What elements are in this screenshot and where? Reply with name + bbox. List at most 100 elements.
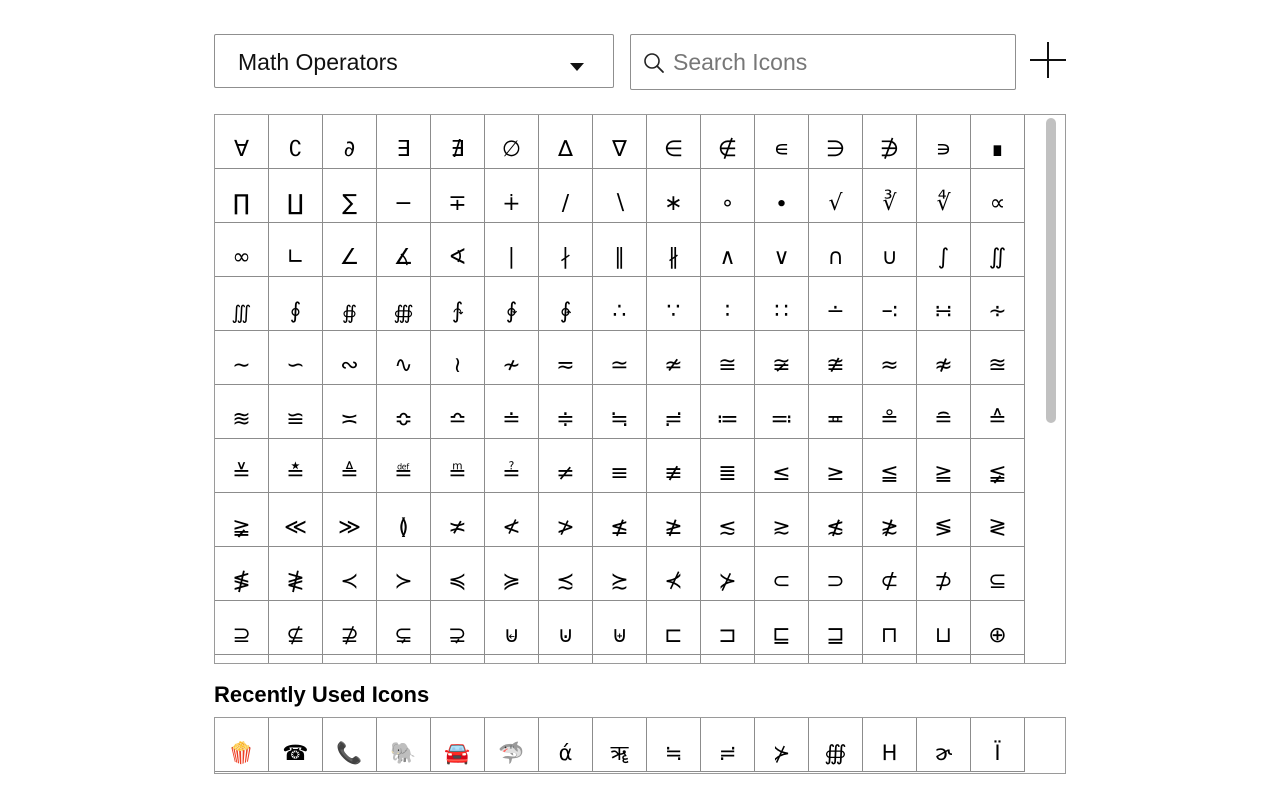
icon-cell[interactable]: ∊ [755,115,809,169]
search-input[interactable] [673,43,1003,81]
icon-cell[interactable]: ∸ [809,277,863,331]
icon-cell[interactable]: ≰ [593,493,647,547]
icon-cell[interactable]: ⊕ [971,601,1025,655]
icon-cell[interactable]: ≸ [215,547,269,601]
icon-cell[interactable]: ∅ [485,115,539,169]
icon-cell[interactable]: ⊂ [755,547,809,601]
icon-cell[interactable]: ∇ [593,115,647,169]
icon-cell[interactable]: ≱ [647,493,701,547]
icon-cell[interactable]: ≺ [323,547,377,601]
icon-cell[interactable]: ≈ [863,331,917,385]
icon-cell[interactable]: ∼ [215,331,269,385]
icon-cell[interactable]: ≦ [863,439,917,493]
icon-cell[interactable]: ⊐ [701,601,755,655]
icon-cell[interactable]: ∯ [323,277,377,331]
icon-cell[interactable]: ≖ [809,385,863,439]
icon-cell[interactable]: ∲ [485,277,539,331]
icon-cell[interactable]: ≀ [431,331,485,385]
icon-cell[interactable]: ⊡ [809,655,863,663]
recent-icon-cell[interactable]: ∰ [809,718,863,772]
icon-cell[interactable]: ⊠ [755,655,809,663]
icon-cell[interactable]: ⊣ [917,655,971,663]
icon-cell[interactable]: ∿ [377,331,431,385]
icon-cell[interactable]: ⊆ [971,547,1025,601]
icon-cell[interactable]: ∶ [701,277,755,331]
icon-cell[interactable]: ⊖ [215,655,269,663]
icon-cell[interactable]: ∮ [269,277,323,331]
icon-cell[interactable]: ≡ [593,439,647,493]
recent-icon-cell[interactable]: ⊁ [755,718,809,772]
icon-cell[interactable]: ≻ [377,547,431,601]
icon-cell[interactable]: ≃ [593,331,647,385]
icon-cell[interactable]: ∠ [323,223,377,277]
icon-cell[interactable]: ⊞ [647,655,701,663]
icon-cell[interactable]: ∣ [485,223,539,277]
icon-cell[interactable]: ≷ [971,493,1025,547]
icon-cell[interactable]: ∄ [431,115,485,169]
icon-cell[interactable]: ≴ [809,493,863,547]
icon-cell[interactable]: ⊢ [863,655,917,663]
icon-cell[interactable]: ≗ [863,385,917,439]
icon-cell[interactable]: √ [809,169,863,223]
icon-cell[interactable]: ≮ [485,493,539,547]
icon-cell[interactable]: ⊈ [269,601,323,655]
icon-cell[interactable]: ∾ [323,331,377,385]
search-box[interactable] [630,34,1016,90]
icon-cell[interactable]: ≢ [647,439,701,493]
icon-cell[interactable]: ∴ [593,277,647,331]
icon-cell[interactable]: ≎ [377,385,431,439]
icon-cell[interactable]: ∃ [377,115,431,169]
icon-cell[interactable]: ⊙ [377,655,431,663]
icon-cell[interactable]: ≐ [485,385,539,439]
icon-cell[interactable]: ∪ [863,223,917,277]
recent-icon-cell[interactable]: 🐘 [377,718,431,772]
recent-icon-cell[interactable]: 🚘 [431,718,485,772]
icon-cell[interactable]: ∏ [215,169,269,223]
icon-cell[interactable]: ⊄ [863,547,917,601]
icon-cell[interactable]: ≇ [809,331,863,385]
icon-cell[interactable]: ∤ [539,223,593,277]
icon-cell[interactable]: ⊚ [431,655,485,663]
icon-cell[interactable]: ⊗ [269,655,323,663]
icon-cell[interactable]: ⊌ [485,601,539,655]
icon-cell[interactable]: ≅ [701,331,755,385]
recent-icon-cell[interactable]: 🍿 [215,718,269,772]
icon-cell[interactable]: ∨ [755,223,809,277]
icon-cell[interactable]: ≔ [701,385,755,439]
icon-cell[interactable]: ≲ [701,493,755,547]
icon-cell[interactable]: ∆ [539,115,593,169]
icon-cell[interactable]: ⊜ [539,655,593,663]
icon-cell[interactable]: ∽ [269,331,323,385]
icon-cell[interactable]: ⊔ [917,601,971,655]
icon-cell[interactable]: ∋ [809,115,863,169]
icon-cell[interactable]: ≵ [863,493,917,547]
icon-cell[interactable]: ≭ [431,493,485,547]
icon-cell[interactable]: ≯ [539,493,593,547]
icon-cell[interactable]: ≶ [917,493,971,547]
icon-cell[interactable]: ∹ [863,277,917,331]
icon-cell[interactable]: ∭ [215,277,269,331]
icon-cell[interactable]: ≽ [485,547,539,601]
icon-cell[interactable]: ≥ [809,439,863,493]
icon-cell[interactable]: ∗ [647,169,701,223]
recent-icon-cell[interactable]: 📞 [323,718,377,772]
icon-cell[interactable]: ≹ [269,547,323,601]
icon-cell[interactable]: ⊊ [377,601,431,655]
icon-cell[interactable]: ∔ [485,169,539,223]
icon-cell[interactable]: ∧ [701,223,755,277]
icon-cell[interactable]: ≉ [917,331,971,385]
icon-cell[interactable]: ≍ [323,385,377,439]
recent-icon-cell[interactable]: Η [863,718,917,772]
icon-cell[interactable]: ≤ [755,439,809,493]
icon-cell[interactable]: ∌ [863,115,917,169]
icon-cell[interactable]: ≋ [215,385,269,439]
icon-cell[interactable]: ∈ [647,115,701,169]
icon-cell[interactable]: ∜ [917,169,971,223]
icon-cell[interactable]: ⊏ [647,601,701,655]
icon-cell[interactable]: ⊃ [809,547,863,601]
icon-cell[interactable]: ∰ [377,277,431,331]
icon-cell[interactable]: ≞ [431,439,485,493]
add-button[interactable] [1029,41,1067,79]
icon-cell[interactable]: ⊤ [971,655,1025,663]
icon-cell[interactable]: ≄ [647,331,701,385]
